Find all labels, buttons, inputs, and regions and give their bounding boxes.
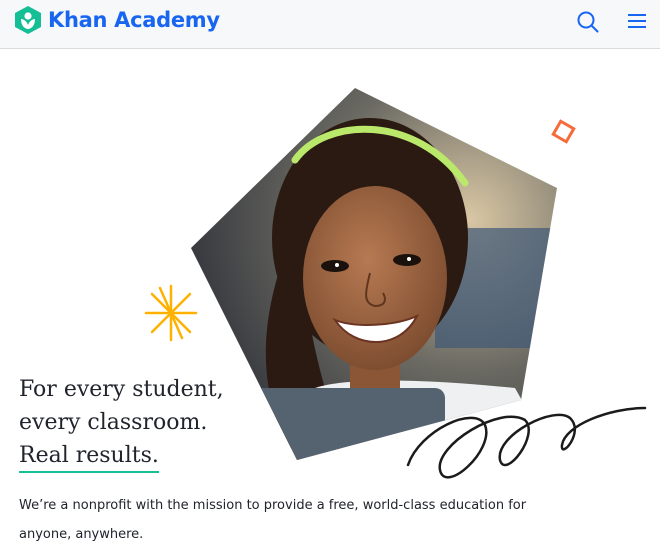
headline-line-1: For every student,	[19, 377, 224, 402]
hero-headline: For every student, every classroom. Real…	[19, 373, 224, 473]
logo-text: Khan Academy	[48, 8, 220, 32]
hamburger-menu-icon[interactable]	[624, 9, 650, 35]
yellow-starburst-decoration	[144, 284, 198, 342]
orange-square-decoration	[551, 119, 576, 144]
headline-line-2: every classroom.	[19, 410, 208, 435]
scribble-loops-decoration	[406, 406, 647, 479]
search-icon[interactable]	[575, 9, 601, 35]
headline-line-3: Real results.	[19, 442, 159, 473]
khan-academy-logo[interactable]: Khan Academy	[14, 5, 220, 35]
top-nav-bar: Khan Academy	[0, 0, 660, 49]
khan-academy-logo-icon	[15, 6, 41, 34]
mission-description: We’re a nonprofit with the mission to pr…	[19, 498, 527, 542]
